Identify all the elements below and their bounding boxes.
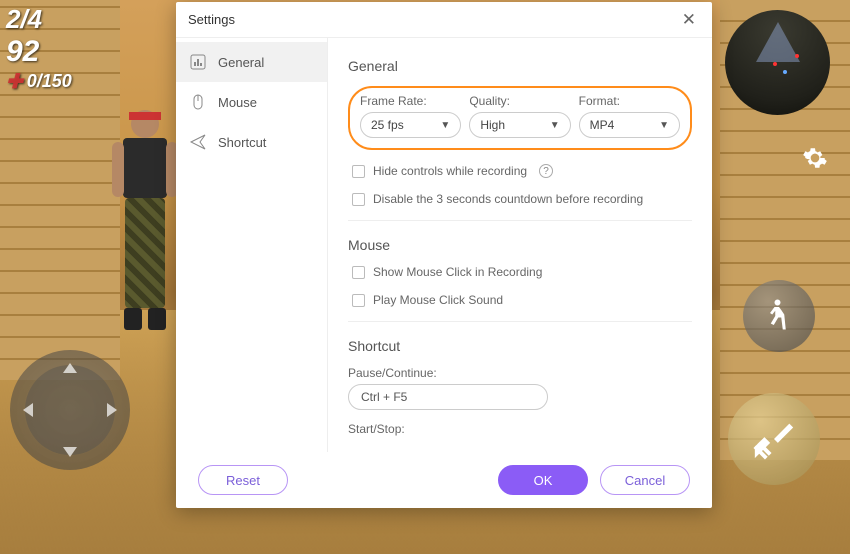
hide-controls-checkbox-row[interactable]: Hide controls while recording ? <box>348 164 692 178</box>
mouse-icon <box>190 94 206 110</box>
start-stop-label: Start/Stop: <box>348 422 692 436</box>
soldier-character <box>110 110 180 350</box>
movement-joystick[interactable] <box>10 350 130 470</box>
show-click-checkbox-row[interactable]: Show Mouse Click in Recording <box>348 265 692 279</box>
sidebar-item-mouse[interactable]: Mouse <box>176 82 327 122</box>
frame-rate-label: Frame Rate: <box>360 94 461 108</box>
show-click-label: Show Mouse Click in Recording <box>373 265 542 279</box>
frame-rate-select[interactable]: 25 fps ▼ <box>360 112 461 138</box>
hide-controls-label: Hide controls while recording <box>373 164 527 178</box>
hud-ammo: 92 <box>6 35 72 69</box>
cancel-button[interactable]: Cancel <box>600 465 690 495</box>
fire-button[interactable] <box>728 393 820 485</box>
hud-score: 2/4 <box>6 4 72 35</box>
frame-rate-value: 25 fps <box>371 118 404 132</box>
checkbox-icon <box>352 165 365 178</box>
chevron-down-icon: ▼ <box>550 120 560 131</box>
section-shortcut-title: Shortcut <box>348 338 692 354</box>
sidebar-item-general[interactable]: General <box>176 42 327 82</box>
help-icon[interactable]: ? <box>539 164 553 178</box>
hud-hp-value: 0/150 <box>27 71 72 92</box>
send-icon <box>190 134 206 150</box>
dialog-footer: Reset OK Cancel <box>176 452 712 508</box>
close-icon[interactable]: ✕ <box>678 6 700 34</box>
reset-button[interactable]: Reset <box>198 465 288 495</box>
format-select[interactable]: MP4 ▼ <box>579 112 680 138</box>
sidebar-item-label: General <box>218 55 264 70</box>
pause-continue-input[interactable]: Ctrl + F5 <box>348 384 548 410</box>
bar-chart-icon <box>190 54 206 70</box>
ok-button[interactable]: OK <box>498 465 588 495</box>
format-label: Format: <box>579 94 680 108</box>
pause-continue-value: Ctrl + F5 <box>361 390 407 404</box>
quality-value: High <box>480 118 505 132</box>
hud-hp: ✚ 0/150 <box>6 69 72 94</box>
play-sound-label: Play Mouse Click Sound <box>373 293 503 307</box>
disable-countdown-checkbox-row[interactable]: Disable the 3 seconds countdown before r… <box>348 192 692 206</box>
hud-stats: 2/4 92 ✚ 0/150 <box>6 4 72 94</box>
pause-continue-label: Pause/Continue: <box>348 366 692 380</box>
checkbox-icon <box>352 294 365 307</box>
sidebar-item-label: Mouse <box>218 95 257 110</box>
checkbox-icon <box>352 266 365 279</box>
settings-sidebar: General Mouse Shortcut <box>176 38 328 452</box>
disable-countdown-label: Disable the 3 seconds countdown before r… <box>373 192 643 206</box>
dialog-title: Settings <box>188 12 235 27</box>
minimap[interactable] <box>725 10 830 115</box>
checkbox-icon <box>352 193 365 206</box>
sidebar-item-shortcut[interactable]: Shortcut <box>176 122 327 162</box>
health-icon: ✚ <box>6 69 23 94</box>
dialog-header: Settings ✕ <box>176 2 712 38</box>
chevron-down-icon: ▼ <box>659 120 669 131</box>
chevron-down-icon: ▼ <box>440 120 450 131</box>
gear-icon[interactable] <box>802 145 830 173</box>
recording-options-highlight: Frame Rate: 25 fps ▼ Quality: High ▼ <box>348 86 692 150</box>
section-general-title: General <box>348 58 692 74</box>
format-value: MP4 <box>590 118 615 132</box>
settings-dialog: Settings ✕ General Mouse Shortcut <box>176 2 712 508</box>
jump-button[interactable] <box>743 280 815 352</box>
sidebar-item-label: Shortcut <box>218 135 266 150</box>
settings-content: General Frame Rate: 25 fps ▼ Quality: H <box>328 38 712 452</box>
section-mouse-title: Mouse <box>348 237 692 253</box>
quality-label: Quality: <box>469 94 570 108</box>
quality-select[interactable]: High ▼ <box>469 112 570 138</box>
play-sound-checkbox-row[interactable]: Play Mouse Click Sound <box>348 293 692 307</box>
